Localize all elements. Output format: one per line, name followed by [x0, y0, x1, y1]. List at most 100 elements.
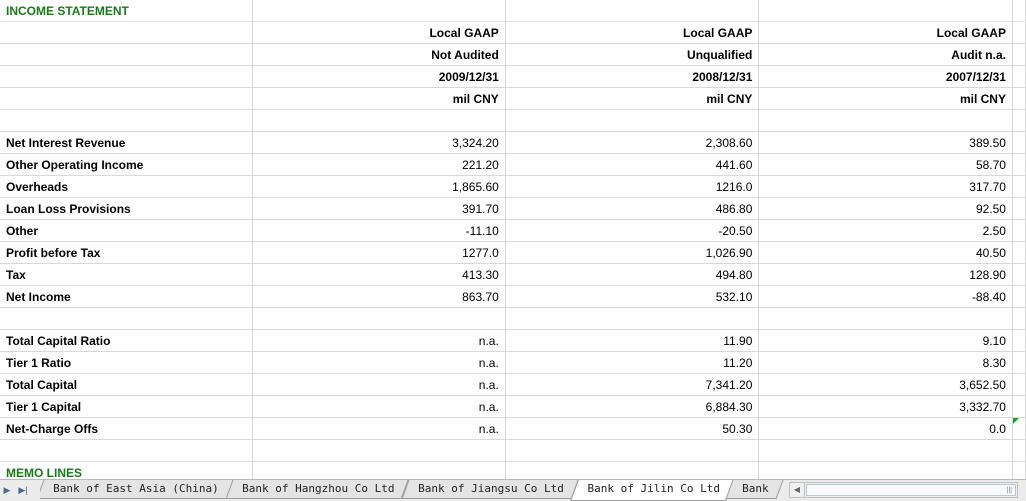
tab-bank-of-jilin[interactable]: Bank of Jilin Co Ltd	[569, 480, 734, 501]
value-cell[interactable]: 413.30	[252, 263, 506, 286]
value-cell[interactable]: 7,341.20	[505, 373, 760, 396]
cell[interactable]	[1012, 329, 1026, 352]
header-cell[interactable]: mil CNY	[758, 87, 1013, 110]
cell[interactable]	[0, 21, 254, 44]
cell[interactable]	[758, 439, 1013, 462]
cell[interactable]	[1012, 219, 1026, 242]
tab-bank-partial[interactable]: Bank	[725, 480, 784, 499]
value-cell[interactable]: 441.60	[505, 153, 760, 176]
value-cell[interactable]: 0.0	[758, 417, 1013, 440]
value-cell[interactable]: 2,308.60	[505, 131, 760, 154]
row-label[interactable]: Other	[0, 219, 254, 242]
row-label[interactable]: Tier 1 Ratio	[0, 351, 254, 374]
cell[interactable]	[1012, 87, 1026, 110]
value-cell[interactable]: 221.20	[252, 153, 506, 176]
value-cell[interactable]: 1277.0	[252, 241, 506, 264]
value-cell[interactable]: -88.40	[758, 285, 1013, 308]
cell[interactable]	[252, 0, 506, 22]
value-cell[interactable]: 92.50	[758, 197, 1013, 220]
cell[interactable]	[0, 43, 254, 66]
cell[interactable]	[1012, 0, 1026, 22]
row-label[interactable]: Net Income	[0, 285, 254, 308]
cell[interactable]	[252, 109, 506, 132]
row-label[interactable]: Other Operating Income	[0, 153, 254, 176]
cell[interactable]	[1012, 197, 1026, 220]
cell[interactable]	[1012, 153, 1026, 176]
cell[interactable]	[1012, 241, 1026, 264]
comment-indicator-cell[interactable]	[1012, 417, 1026, 440]
row-label[interactable]: Loan Loss Provisions	[0, 197, 254, 220]
cell[interactable]	[1012, 285, 1026, 308]
income-statement-title[interactable]: INCOME STATEMENT	[0, 0, 254, 22]
cell[interactable]	[1012, 461, 1026, 479]
cell[interactable]	[1012, 175, 1026, 198]
header-cell[interactable]: 2008/12/31	[505, 65, 760, 88]
cell[interactable]	[1012, 131, 1026, 154]
header-cell[interactable]: Local GAAP	[252, 21, 506, 44]
cell[interactable]	[1012, 263, 1026, 286]
next-sheet-arrow-icon[interactable]: ▶	[0, 482, 14, 498]
cell[interactable]	[1012, 439, 1026, 462]
value-cell[interactable]: 3,332.70	[758, 395, 1013, 418]
row-label[interactable]: Net Interest Revenue	[0, 131, 254, 154]
cell[interactable]	[505, 109, 760, 132]
value-cell[interactable]: -11.10	[252, 219, 506, 242]
cell[interactable]	[1012, 373, 1026, 396]
row-label[interactable]: Total Capital	[0, 373, 254, 396]
tab-bank-of-jiangsu[interactable]: Bank of Jiangsu Co Ltd	[401, 480, 578, 499]
row-label[interactable]: Profit before Tax	[0, 241, 254, 264]
value-cell[interactable]: 3,652.50	[758, 373, 1013, 396]
row-label[interactable]: Total Capital Ratio	[0, 329, 254, 352]
cell[interactable]	[1012, 43, 1026, 66]
value-cell[interactable]: 863.70	[252, 285, 506, 308]
cell[interactable]	[758, 307, 1013, 330]
scroll-left-icon[interactable]: ◀	[790, 483, 805, 497]
cell[interactable]	[0, 307, 254, 330]
value-cell[interactable]: 2.50	[758, 219, 1013, 242]
header-cell[interactable]: Audit n.a.	[758, 43, 1013, 66]
cell[interactable]	[252, 439, 506, 462]
header-cell[interactable]: mil CNY	[505, 87, 760, 110]
row-label[interactable]: Overheads	[0, 175, 254, 198]
row-label[interactable]: Tier 1 Capital	[0, 395, 254, 418]
header-cell[interactable]: mil CNY	[252, 87, 506, 110]
value-cell[interactable]: 391.70	[252, 197, 506, 220]
scrollbar-thumb[interactable]: |||	[806, 484, 1016, 496]
value-cell[interactable]: 11.90	[505, 329, 760, 352]
cell[interactable]	[1012, 307, 1026, 330]
cell[interactable]	[758, 0, 1013, 22]
value-cell[interactable]: n.a.	[252, 373, 506, 396]
cell[interactable]	[0, 439, 254, 462]
cell[interactable]	[252, 461, 506, 479]
value-cell[interactable]: 58.70	[758, 153, 1013, 176]
value-cell[interactable]: -20.50	[505, 219, 760, 242]
horizontal-scrollbar[interactable]: ◀ |||	[789, 482, 1018, 498]
cell[interactable]	[505, 461, 760, 479]
value-cell[interactable]: 389.50	[758, 131, 1013, 154]
last-sheet-arrow-icon[interactable]: ▶|	[16, 482, 30, 498]
value-cell[interactable]: 486.80	[505, 197, 760, 220]
header-cell[interactable]: Not Audited	[252, 43, 506, 66]
cell[interactable]	[505, 0, 760, 22]
value-cell[interactable]: 128.90	[758, 263, 1013, 286]
row-label[interactable]: Net-Charge Offs	[0, 417, 254, 440]
value-cell[interactable]: 1216.0	[505, 175, 760, 198]
cell[interactable]	[1012, 351, 1026, 374]
value-cell[interactable]: 317.70	[758, 175, 1013, 198]
cell[interactable]	[1012, 395, 1026, 418]
cell[interactable]	[505, 439, 760, 462]
cell[interactable]	[0, 65, 254, 88]
cell[interactable]	[505, 307, 760, 330]
header-cell[interactable]: Local GAAP	[505, 21, 760, 44]
cell[interactable]	[758, 109, 1013, 132]
value-cell[interactable]: 1,026.90	[505, 241, 760, 264]
value-cell[interactable]: 40.50	[758, 241, 1013, 264]
cell[interactable]	[1012, 65, 1026, 88]
tab-bank-of-hangzhou[interactable]: Bank of Hangzhou Co Ltd	[225, 480, 409, 499]
value-cell[interactable]: n.a.	[252, 395, 506, 418]
value-cell[interactable]: 6,884.30	[505, 395, 760, 418]
tab-bank-of-east-asia[interactable]: Bank of East Asia (China)	[40, 480, 234, 499]
header-cell[interactable]: 2007/12/31	[758, 65, 1013, 88]
cell[interactable]	[0, 109, 254, 132]
value-cell[interactable]: 494.80	[505, 263, 760, 286]
